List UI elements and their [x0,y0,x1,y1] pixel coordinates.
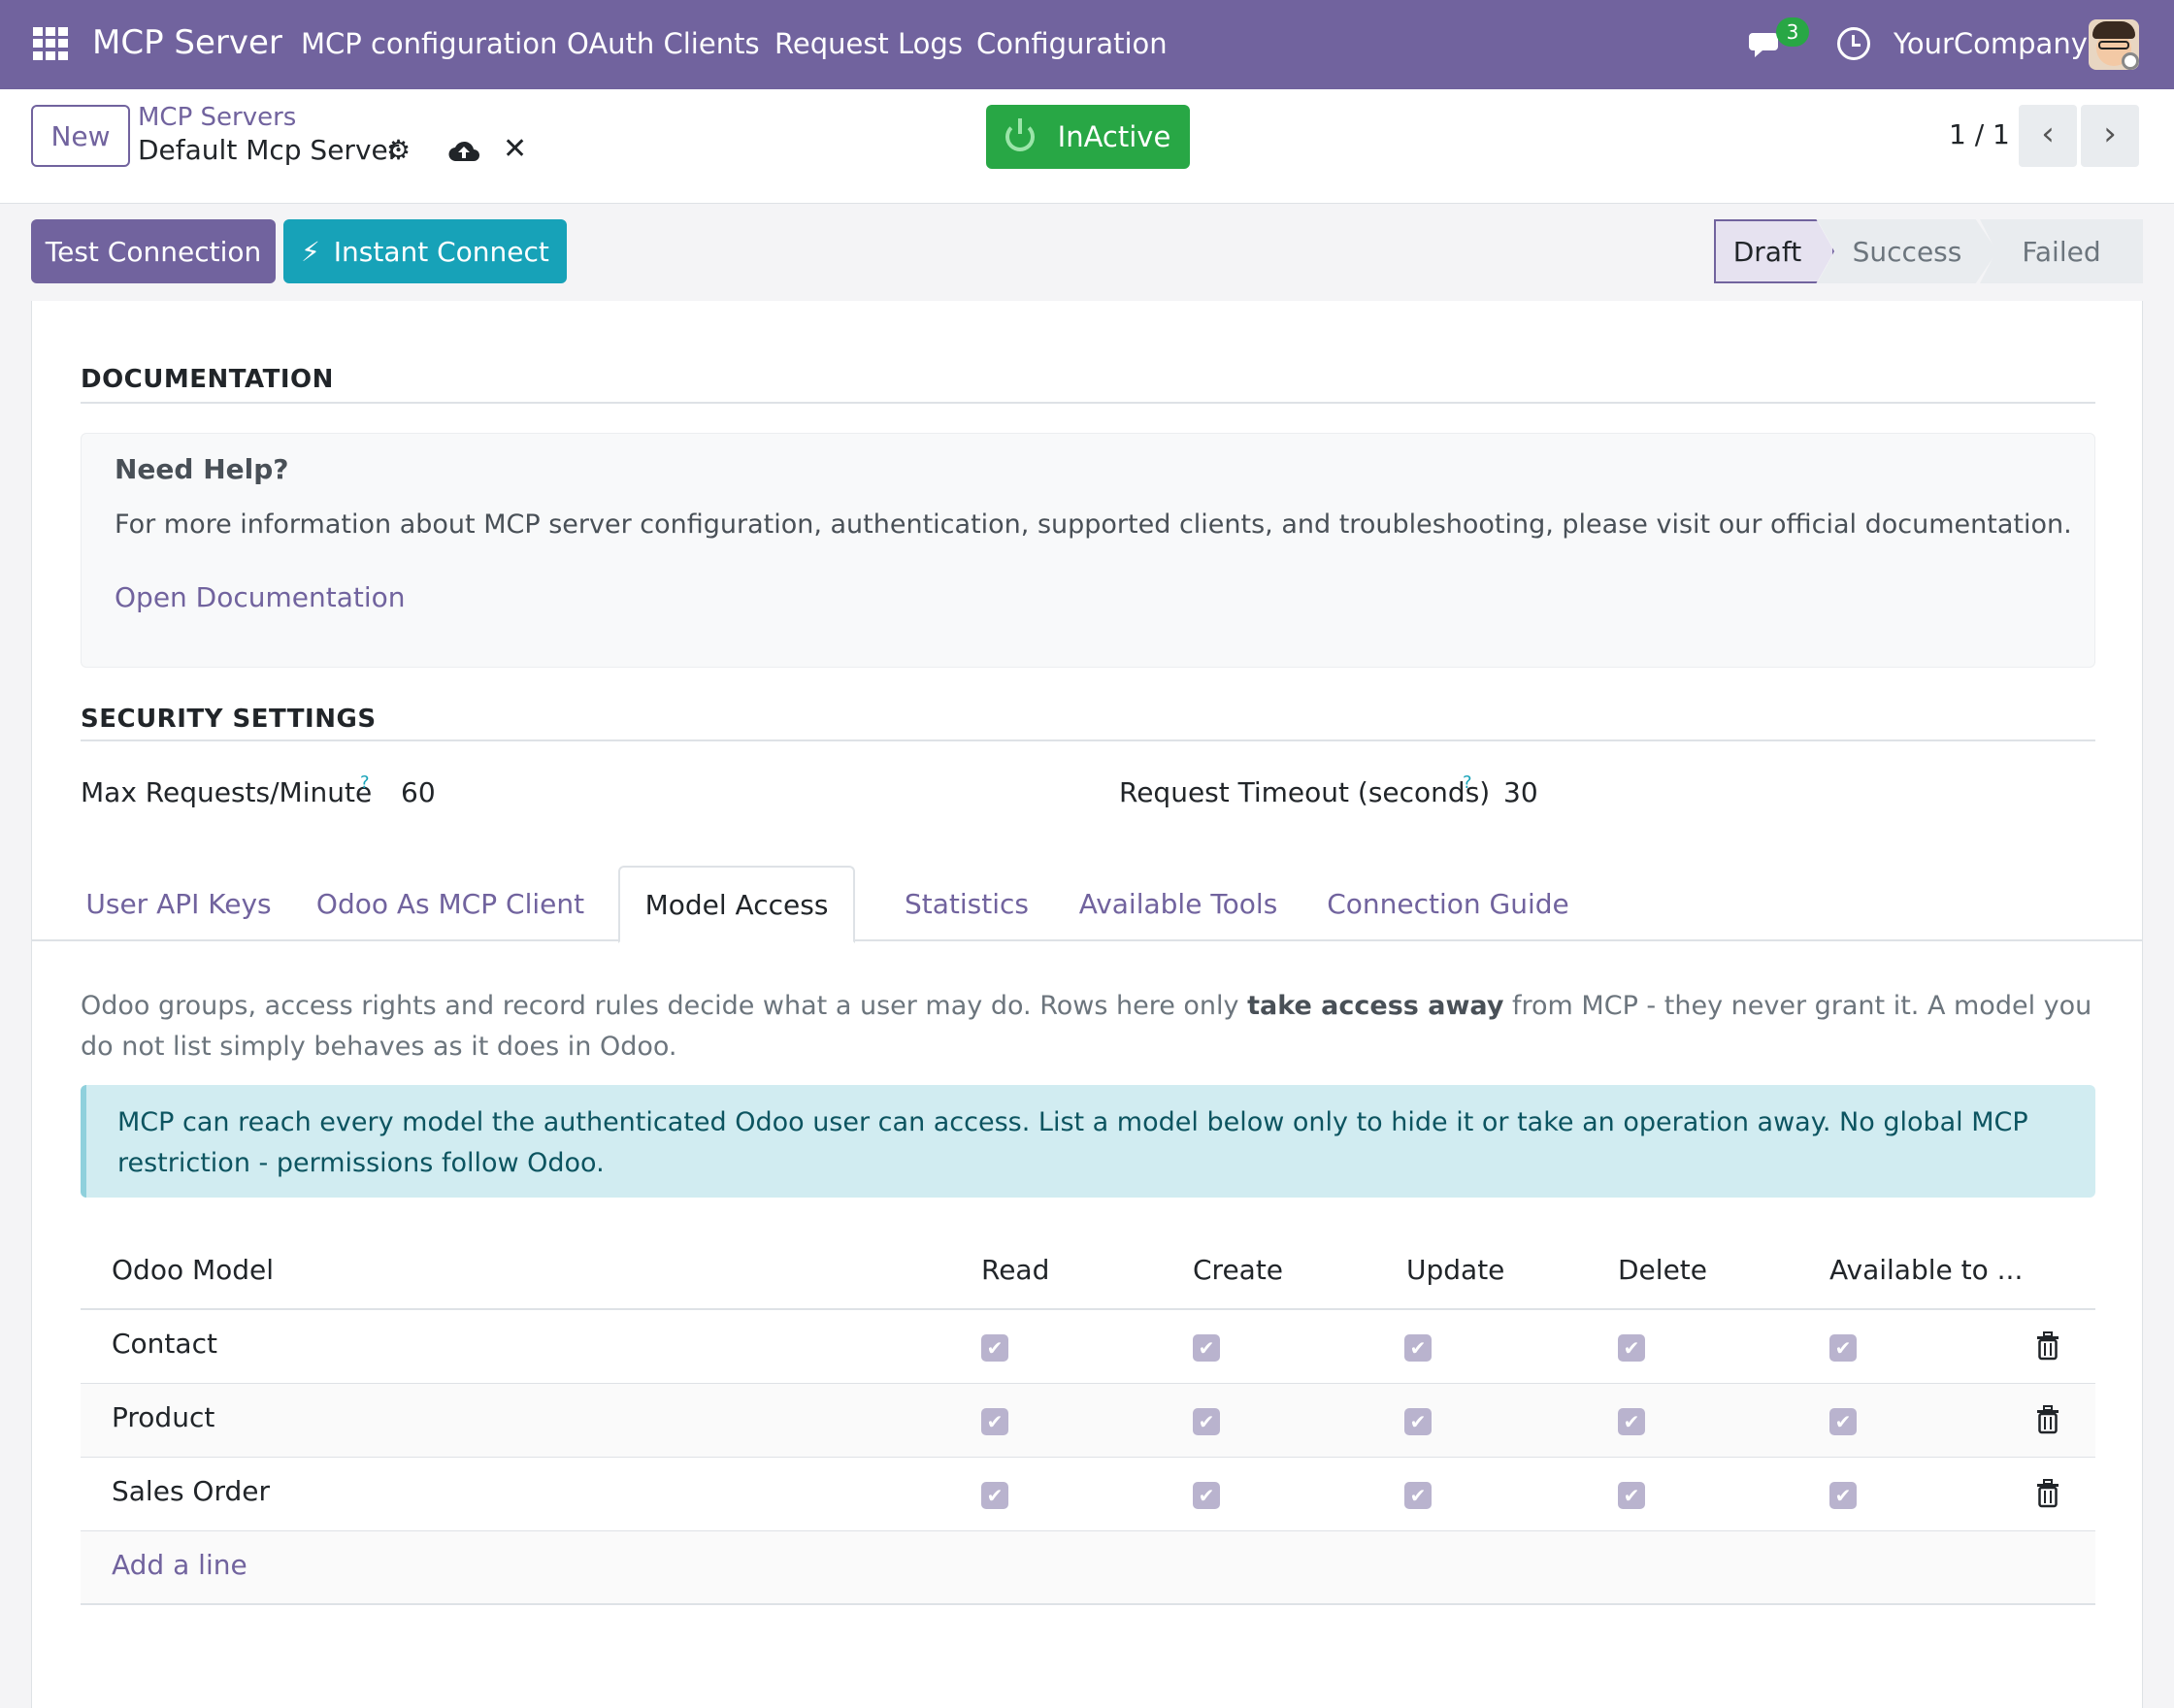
record-title: Default Mcp Server [138,134,400,166]
trash-icon[interactable] [2035,1479,2060,1508]
instant-connect-button[interactable]: ⚡ Instant Connect [283,219,567,283]
update-checkbox[interactable]: ✔ [1404,1408,1432,1435]
tab-connection-guide[interactable]: Connection Guide [1294,866,1602,941]
max-requests-label: Max Requests/Minute [81,776,373,808]
menu-mcp-configuration[interactable]: MCP configuration [301,27,557,60]
breadcrumb-mcp-servers[interactable]: MCP Servers [138,103,296,132]
row-model-name[interactable]: Sales Order [112,1475,270,1507]
tab-user-api-keys[interactable]: User API Keys [81,866,277,941]
available-checkbox[interactable]: ✔ [1829,1408,1857,1435]
column-header-update[interactable]: Update [1406,1254,1504,1286]
max-requests-help-tooltip[interactable]: ? [360,772,370,793]
trash-icon[interactable] [2035,1331,2060,1361]
help-box: Need Help? For more information about MC… [81,433,2095,668]
table-row[interactable]: Product ✔ ✔ ✔ ✔ ✔ [81,1384,2095,1458]
notebook-tabs: User API Keys Odoo As MCP Client Model A… [32,866,2142,943]
delete-checkbox[interactable]: ✔ [1618,1408,1645,1435]
save-cloud-icon[interactable] [448,138,479,163]
chat-count-badge: 3 [1776,17,1809,47]
help-title: Need Help? [115,453,289,485]
max-requests-field[interactable]: 60 [401,776,436,808]
form-sheet: DOCUMENTATION Need Help? For more inform… [31,301,2143,1708]
row-model-name[interactable]: Contact [112,1328,217,1360]
read-checkbox[interactable]: ✔ [981,1334,1008,1362]
row-model-name[interactable]: Product [112,1401,214,1433]
instant-connect-label: Instant Connect [333,235,549,268]
apps-menu-icon[interactable] [33,27,70,60]
create-checkbox[interactable]: ✔ [1193,1334,1220,1362]
request-timeout-field[interactable]: 30 [1503,776,1538,808]
new-button[interactable]: New [31,105,130,167]
model-access-description: Odoo groups, access rights and record ru… [81,991,2092,1062]
request-timeout-help-tooltip[interactable]: ? [1463,772,1472,793]
menu-request-logs[interactable]: Request Logs [774,27,963,60]
stage-failed[interactable]: Failed [1980,219,2143,283]
column-header-read[interactable]: Read [981,1254,1049,1286]
gear-icon[interactable]: ⚙ [386,137,412,164]
add-a-line-link[interactable]: Add a line [112,1549,247,1581]
stage-draft[interactable]: Draft [1714,219,1834,283]
trash-icon[interactable] [2035,1405,2060,1434]
power-icon [1005,118,1035,151]
read-checkbox[interactable]: ✔ [981,1482,1008,1509]
table-header: Odoo Model Read Create Update Delete Ava… [81,1232,2095,1310]
company-switcher[interactable]: YourCompany [1894,27,2088,60]
tab-statistics[interactable]: Statistics [874,866,1059,941]
test-connection-button[interactable]: Test Connection [31,219,276,283]
tab-available-tools[interactable]: Available Tools [1047,866,1309,941]
active-toggle-button[interactable]: InActive [986,105,1190,169]
activity-clock-icon[interactable] [1837,27,1870,60]
documentation-section-title: DOCUMENTATION [81,365,334,394]
tab-odoo-as-mcp-client[interactable]: Odoo As MCP Client [308,866,593,941]
create-checkbox[interactable]: ✔ [1193,1408,1220,1435]
table-row[interactable]: Contact ✔ ✔ ✔ ✔ ✔ [81,1310,2095,1384]
menu-configuration[interactable]: Configuration [976,27,1168,60]
pager-next-icon[interactable]: › [2081,105,2139,167]
available-checkbox[interactable]: ✔ [1829,1334,1857,1362]
delete-checkbox[interactable]: ✔ [1618,1334,1645,1362]
update-checkbox[interactable]: ✔ [1404,1482,1432,1509]
user-avatar[interactable] [2089,19,2139,70]
model-access-table: Odoo Model Read Create Update Delete Ava… [81,1232,2095,1605]
discard-close-icon[interactable]: ✕ [503,132,527,166]
update-checkbox[interactable]: ✔ [1404,1334,1432,1362]
column-header-available-to[interactable]: Available to ... [1829,1254,2023,1286]
section-divider [81,739,2095,741]
stage-success[interactable]: Success [1817,219,1997,283]
top-navbar: MCP Server MCP configuration OAuth Clien… [0,0,2174,89]
available-checkbox[interactable]: ✔ [1829,1482,1857,1509]
model-access-info-alert: MCP can reach every model the authentica… [81,1085,2095,1198]
pager-value[interactable]: 1 / 1 [1949,118,2010,150]
read-checkbox[interactable]: ✔ [981,1408,1008,1435]
bolt-icon: ⚡ [301,235,320,268]
open-documentation-link[interactable]: Open Documentation [115,581,406,613]
app-name[interactable]: MCP Server [92,23,282,62]
create-checkbox[interactable]: ✔ [1193,1482,1220,1509]
form-statusbar: Test Connection ⚡ Instant Connect Draft … [0,204,2174,301]
menu-oauth-clients[interactable]: OAuth Clients [567,27,760,60]
help-text: For more information about MCP server co… [115,509,2072,540]
delete-checkbox[interactable]: ✔ [1618,1482,1645,1509]
control-panel: New MCP Servers Default Mcp Server ⚙ ✕ I… [0,89,2174,204]
column-header-create[interactable]: Create [1193,1254,1283,1286]
security-section-title: SECURITY SETTINGS [81,705,377,734]
active-toggle-label: InActive [1057,120,1171,153]
section-divider [81,402,2095,404]
column-header-delete[interactable]: Delete [1618,1254,1707,1286]
table-row[interactable]: Sales Order ✔ ✔ ✔ ✔ ✔ [81,1458,2095,1531]
column-header-odoo-model[interactable]: Odoo Model [112,1254,274,1286]
request-timeout-label: Request Timeout (seconds) [1119,776,1491,808]
tab-model-access[interactable]: Model Access [618,866,855,943]
pager-previous-icon[interactable]: ‹ [2019,105,2077,167]
add-line-row: Add a line [81,1531,2095,1605]
